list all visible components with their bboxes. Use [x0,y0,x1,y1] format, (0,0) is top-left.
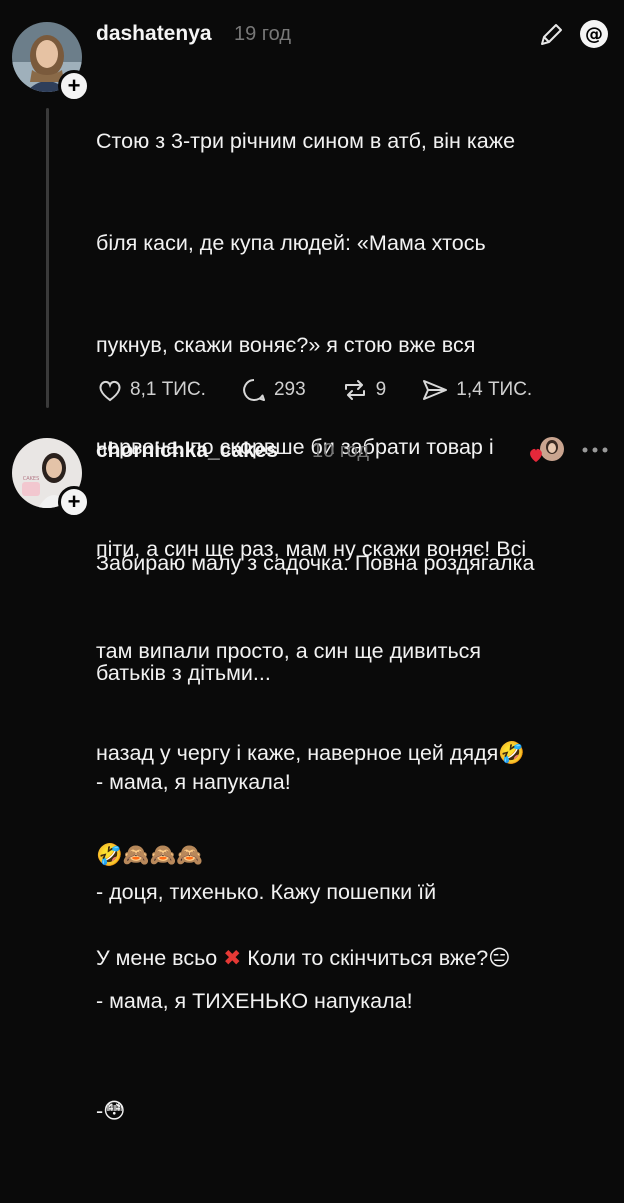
follow-plus-button[interactable]: + [58,70,90,102]
text-line: - мама, я напукала! [96,770,291,794]
svg-text:@: @ [585,24,603,45]
follow-plus-button[interactable]: + [58,486,90,518]
username[interactable]: dashatenya [96,22,212,46]
comment-count: 293 [273,379,306,400]
timestamp: 10 год [312,440,370,462]
post-actions: 8,1 ТИС. 293 9 1,4 ТИС. [96,376,566,404]
liked-by-author-badge [528,436,566,466]
share-button[interactable]: 1,4 ТИС. [420,376,532,404]
thread-line [46,108,49,408]
share-count: 1,4 ТИС. [456,379,533,400]
text-line: пукнув, скажи воняє?» я стою вже вся [96,333,476,357]
text-line: батьків з дітьми... [96,660,271,685]
text-line: біля каси, де купа людей: «Мама хтось [96,231,486,255]
text-line: - доця, тихенько. Кажу пошепки їй [96,879,437,904]
post-dashatenya: + dashatenya 19 год @ Стою з 3-три річни… [0,0,624,971]
comment-icon [243,379,265,401]
comment-button[interactable]: 293 [240,376,306,404]
like-count: 8,1 ТИС. [130,379,206,400]
text-line: - мама, я ТИХЕНЬКО напукала! [96,989,413,1013]
edit-icon[interactable] [536,20,566,50]
username[interactable]: chornichka_cakes [96,439,278,463]
text-line: Забираю малу з садочка. Повна роздягалка [96,551,535,575]
text-line: Стою з 3-три річним сином в атб, він каж… [96,129,516,153]
like-button[interactable]: 8,1 ТИС. [96,376,206,404]
heart-icon [99,380,121,402]
repost-button[interactable]: 9 [340,376,387,404]
text-segment: - [96,1098,104,1123]
timestamp: 19 год [234,23,292,45]
threads-logo-icon[interactable]: @ [578,18,610,50]
post-text: Забираю малу з садочка. Повна роздягалка… [96,472,616,1203]
flushed-emoji: 😳 [103,1098,126,1124]
repost-icon [344,380,365,400]
more-icon[interactable] [580,444,610,456]
text-line: -😳 [96,1093,616,1131]
share-icon [423,380,448,400]
svg-text:CAKES: CAKES [23,476,40,482]
repost-count: 9 [375,379,387,400]
post-chornichka-cakes: CAKES + chornichka_cakes 10 год Забираю … [0,430,624,1124]
